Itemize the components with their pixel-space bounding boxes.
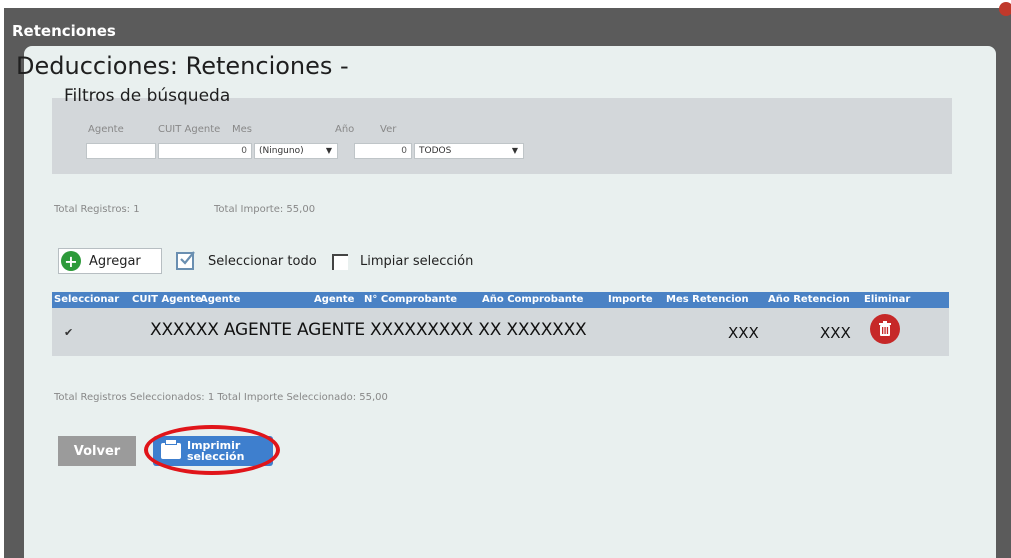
select-all-label[interactable]: Seleccionar todo <box>208 254 317 269</box>
mes-label: Mes <box>232 124 252 135</box>
row-checkbox[interactable]: ✔ <box>64 326 73 339</box>
col-cuit-agente[interactable]: CUIT Agente <box>132 292 202 308</box>
row-anio-retencion: XXX <box>820 324 851 342</box>
anio-input[interactable]: 0 <box>354 143 412 159</box>
page-title: Deducciones: Retenciones - <box>16 52 349 80</box>
add-button[interactable]: + Agregar <box>58 248 162 274</box>
check-icon <box>180 251 195 265</box>
table-row[interactable]: ✔ XXXXXX AGENTE AGENTE XXXXXXXXX XX XXXX… <box>52 308 949 356</box>
ver-select-value: TODOS <box>419 146 452 156</box>
add-button-label: Agregar <box>89 253 141 269</box>
col-seleccionar[interactable]: Seleccionar <box>54 292 119 308</box>
mes-select-value: (Ninguno) <box>259 146 304 156</box>
anio-label: Año <box>335 124 355 135</box>
highlight-annotation <box>144 425 280 475</box>
agente-label: Agente <box>88 124 124 135</box>
cuit-input[interactable]: 0 <box>158 143 252 159</box>
plus-icon: + <box>61 251 81 271</box>
chevron-down-icon: ▼ <box>511 146 518 155</box>
back-button[interactable]: Volver <box>58 436 136 466</box>
chevron-down-icon: ▼ <box>325 146 332 155</box>
ver-label: Ver <box>380 124 397 135</box>
col-comprobante[interactable]: N° Comprobante <box>364 292 457 308</box>
col-importe[interactable]: Importe <box>608 292 653 308</box>
agente-input[interactable] <box>86 143 156 159</box>
row-mes-retencion: XXX <box>728 324 759 342</box>
delete-glyph <box>879 321 891 336</box>
row-data: XXXXXX AGENTE AGENTE XXXXXXXXX XX XXXXXX… <box>150 320 587 340</box>
select-all-checkbox[interactable] <box>176 251 195 270</box>
col-agente[interactable]: Agente <box>200 292 240 308</box>
mes-select[interactable]: (Ninguno) ▼ <box>254 143 338 159</box>
trash-icon[interactable] <box>870 314 900 344</box>
total-importe: Total Importe: 55,00 <box>214 204 316 215</box>
cuit-label: CUIT Agente <box>158 124 221 135</box>
ver-select[interactable]: TODOS ▼ <box>414 143 524 159</box>
close-icon[interactable] <box>999 2 1011 16</box>
col-anio-comprobante[interactable]: Año Comprobante <box>482 292 583 308</box>
filters-panel <box>52 98 952 174</box>
col-mes-retencion[interactable]: Mes Retencion <box>666 292 749 308</box>
col-agente-2[interactable]: Agente <box>314 292 354 308</box>
filters-title: Filtros de búsqueda <box>64 86 231 106</box>
window-title: Retenciones <box>12 22 116 40</box>
selection-summary: Total Registros Seleccionados: 1 Total I… <box>54 392 388 403</box>
col-anio-retencion[interactable]: Año Retencion <box>768 292 850 308</box>
clear-selection-label[interactable]: Limpiar selección <box>360 254 473 269</box>
grid-header: Seleccionar CUIT Agente Agente Agente N°… <box>52 292 949 308</box>
col-eliminar[interactable]: Eliminar <box>864 292 910 308</box>
clear-selection-checkbox[interactable] <box>332 254 348 270</box>
total-registros: Total Registros: 1 <box>54 204 140 215</box>
